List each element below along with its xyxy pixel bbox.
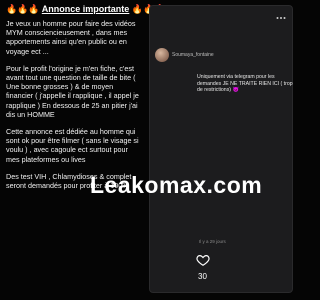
announcement-paragraph-2: Pour le profit l'origine je m'en fiche, … [6, 63, 139, 119]
post-timestamp: Il y a 29 jours [199, 239, 226, 244]
post-header: Soumaya_fontaine [155, 48, 214, 62]
announcement-panel: 🔥🔥🔥 Annonce importante 🔥🔥🔥 Je veux un ho… [0, 0, 165, 300]
watermark-text: Leakomax.com [90, 172, 263, 198]
announcement-heading: Annonce importante [41, 4, 130, 14]
like-count: 30 [198, 272, 207, 281]
avatar[interactable] [155, 48, 169, 62]
more-options-icon[interactable] [276, 16, 286, 20]
announcement-paragraph-1: Je veux un homme pour faire des vidéos M… [6, 19, 136, 56]
heart-icon[interactable] [196, 253, 210, 267]
announcement-paragraph-3: Cette annonce est dédiée au homme qui so… [6, 127, 139, 164]
fire-icon-left: 🔥🔥🔥 [6, 4, 40, 14]
post-text: Uniquement via telegram pour les demande… [197, 74, 293, 94]
announcement-title: 🔥🔥🔥 Annonce importante 🔥🔥🔥 [6, 4, 165, 15]
post-username[interactable]: Soumaya_fontaine [172, 52, 214, 58]
post-card: Soumaya_fontaine Uniquement via telegram… [149, 5, 293, 293]
